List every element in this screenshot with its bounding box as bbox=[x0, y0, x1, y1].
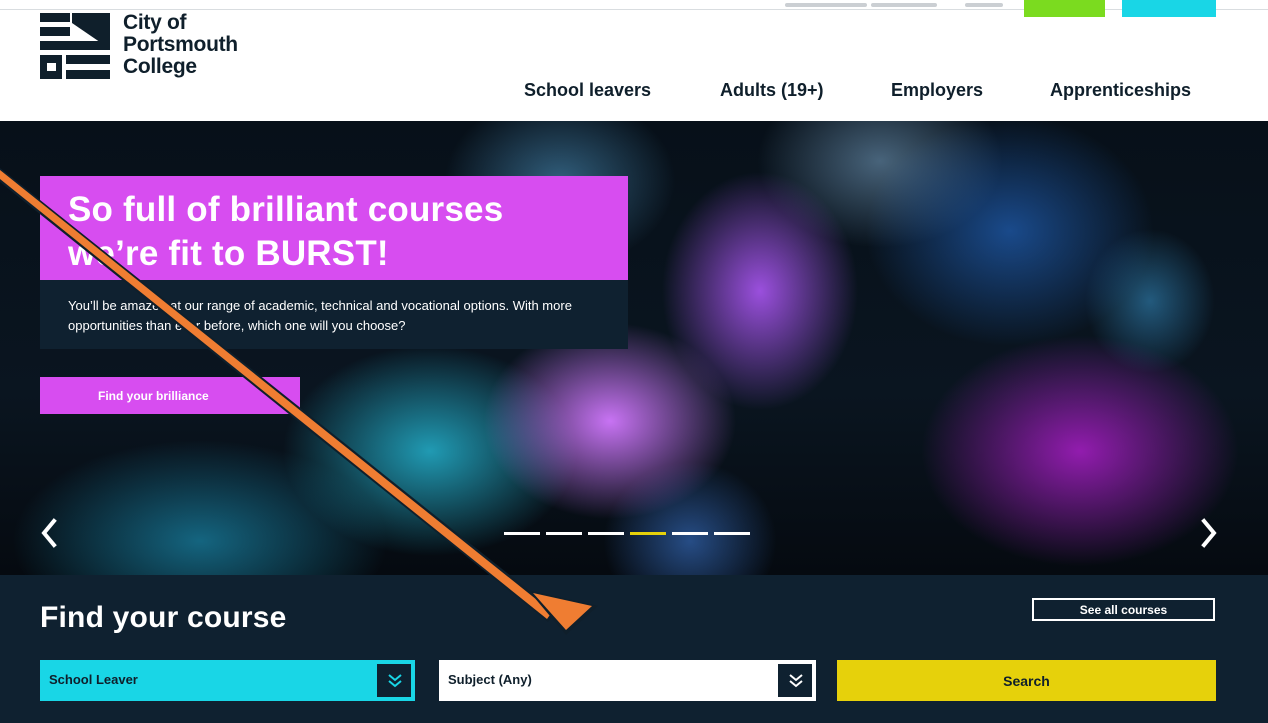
audience-select[interactable]: School Leaver bbox=[40, 660, 415, 701]
utility-apply-button[interactable] bbox=[1024, 0, 1105, 17]
college-logo-mark-icon bbox=[40, 13, 110, 79]
utility-link-events[interactable] bbox=[871, 0, 937, 12]
hero-text-panel: You’ll be amazed at our range of academi… bbox=[40, 280, 628, 349]
double-chevron-down-icon bbox=[789, 674, 803, 688]
see-all-courses-button[interactable]: See all courses bbox=[1032, 598, 1215, 621]
carousel-prev-button[interactable] bbox=[36, 513, 62, 553]
find-your-brilliance-button[interactable]: Find your brilliance bbox=[40, 377, 300, 414]
hero-title-panel: So full of brilliant courses we’re fit t… bbox=[40, 176, 628, 280]
course-finder: Find your course See all courses School … bbox=[0, 575, 1268, 723]
college-logo[interactable]: City of Portsmouth College bbox=[40, 10, 270, 90]
carousel-indicator[interactable] bbox=[504, 532, 540, 535]
college-name-line-2: Portsmouth bbox=[123, 33, 238, 56]
nav-school-leavers[interactable]: School leavers bbox=[524, 80, 651, 101]
college-name-line-1: City of bbox=[123, 11, 187, 34]
carousel-indicator[interactable] bbox=[546, 532, 582, 535]
hero-description: You’ll be amazed at our range of academi… bbox=[68, 298, 572, 333]
college-name: City of Portsmouth College bbox=[123, 12, 238, 78]
audience-select-toggle[interactable] bbox=[376, 663, 412, 698]
subject-select-toggle[interactable] bbox=[777, 663, 813, 698]
find-your-course-heading: Find your course bbox=[40, 601, 287, 634]
carousel-next-button[interactable] bbox=[1196, 513, 1222, 553]
subject-select-value: Subject (Any) bbox=[448, 672, 532, 687]
chevron-left-icon bbox=[41, 518, 57, 548]
nav-adults[interactable]: Adults (19+) bbox=[720, 80, 824, 101]
nav-employers[interactable]: Employers bbox=[891, 80, 983, 101]
utility-link-prospectuses[interactable] bbox=[785, 0, 867, 12]
carousel-indicator[interactable] bbox=[672, 532, 708, 535]
carousel-indicator[interactable] bbox=[630, 532, 666, 535]
utility-link-news[interactable] bbox=[965, 0, 1003, 12]
search-button[interactable]: Search bbox=[837, 660, 1216, 701]
carousel-indicator[interactable] bbox=[588, 532, 624, 535]
carousel-indicator[interactable] bbox=[714, 532, 750, 535]
nav-apprenticeships[interactable]: Apprenticeships bbox=[1050, 80, 1191, 101]
double-chevron-down-icon bbox=[388, 674, 402, 688]
subject-select[interactable]: Subject (Any) bbox=[439, 660, 816, 701]
utility-cyan-button[interactable] bbox=[1122, 0, 1216, 17]
site-header: City of Portsmouth College School leaver… bbox=[0, 0, 1268, 121]
hero-title: So full of brilliant courses we’re fit t… bbox=[68, 188, 628, 276]
hero-carousel: So full of brilliant courses we’re fit t… bbox=[0, 121, 1268, 575]
audience-select-value: School Leaver bbox=[49, 672, 138, 687]
hero-title-line-2: we’re fit to BURST! bbox=[68, 234, 389, 273]
college-name-line-3: College bbox=[123, 55, 197, 78]
chevron-right-icon bbox=[1201, 518, 1217, 548]
hero-title-line-1: So full of brilliant courses bbox=[68, 190, 504, 229]
